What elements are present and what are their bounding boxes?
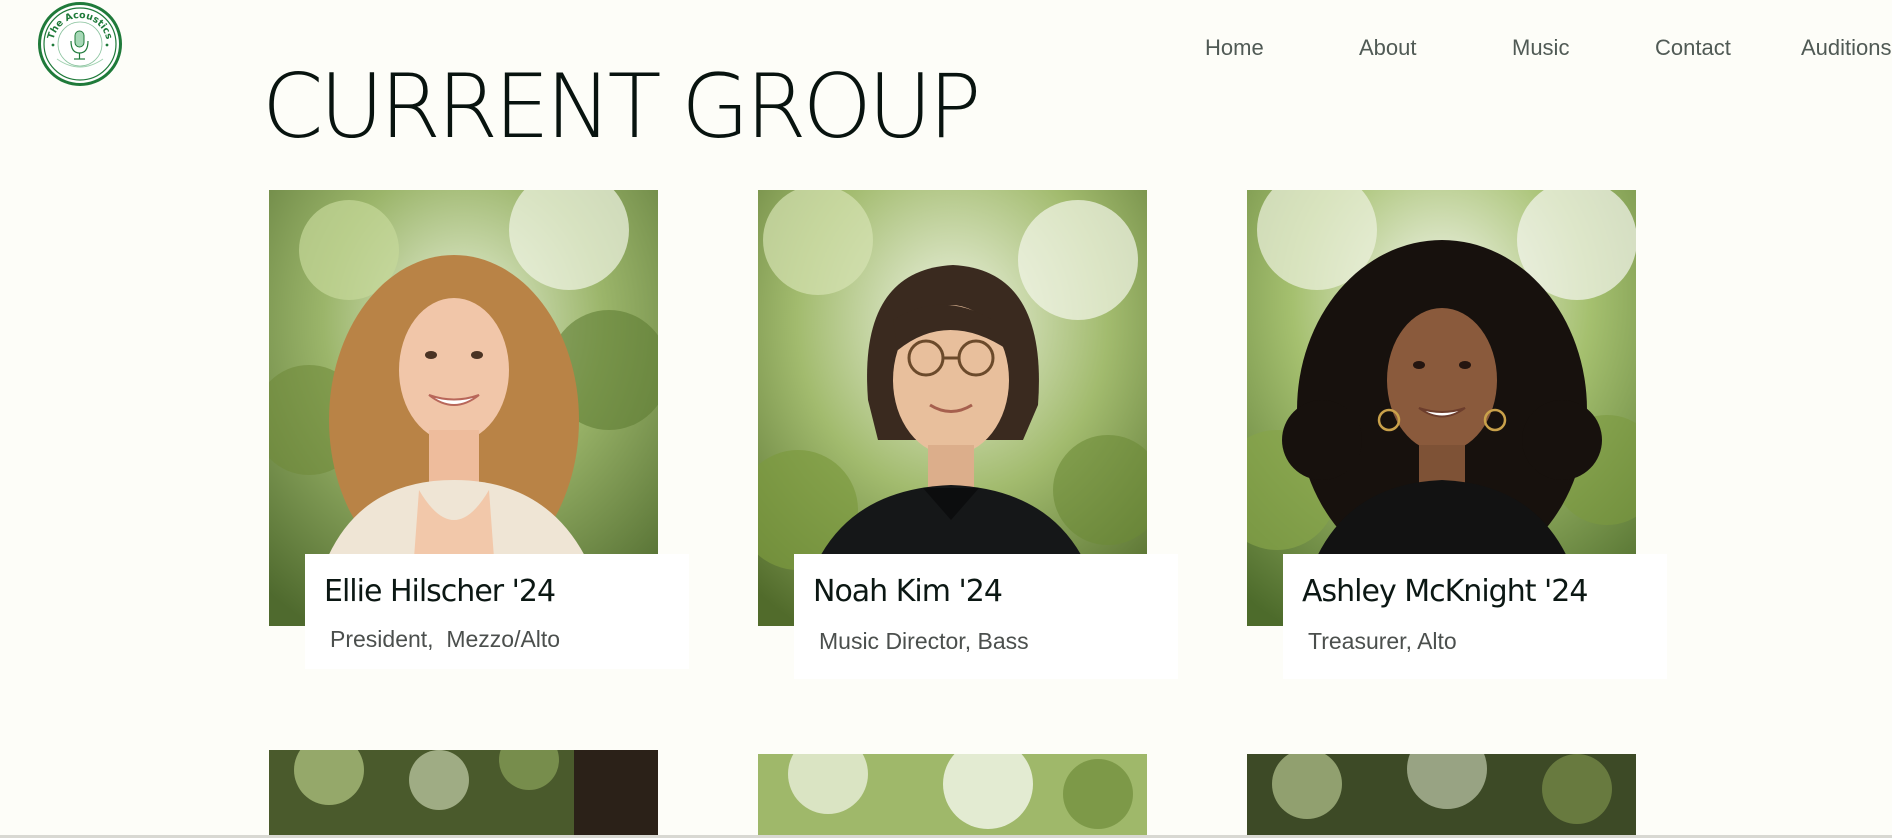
member-photo-image (1247, 754, 1636, 838)
nav-auditions[interactable]: Auditions (1801, 30, 1892, 66)
member-role: Music Director, Bass (819, 628, 1029, 654)
member-caption: Ashley McKnight '24 Treasurer, Alto (1283, 554, 1667, 679)
member-name: Noah Kim '24 (813, 574, 1003, 609)
page: The Acoustics Home About Music Contact A… (0, 0, 1892, 838)
member-photo[interactable] (269, 750, 658, 838)
member-photo-image (269, 750, 658, 838)
nav-music[interactable]: Music (1512, 30, 1569, 66)
member-name: Ashley McKnight '24 (1302, 574, 1588, 609)
member-role: President, Mezzo/Alto (330, 626, 561, 652)
member-name: Ellie Hilscher '24 (324, 574, 556, 609)
member-caption: Noah Kim '24 Music Director, Bass (794, 554, 1178, 679)
member-photo[interactable] (758, 754, 1147, 838)
member-photo[interactable] (1247, 754, 1636, 838)
member-role: Treasurer, Alto (1308, 628, 1457, 654)
nav-about[interactable]: About (1359, 30, 1417, 66)
nav-contact[interactable]: Contact (1655, 30, 1731, 66)
nav-home[interactable]: Home (1205, 30, 1264, 66)
member-caption: Ellie Hilscher '24 President, Mezzo/Alto (305, 554, 689, 669)
page-title: CURRENT GROUP (262, 55, 981, 158)
member-photo-image (758, 754, 1147, 838)
